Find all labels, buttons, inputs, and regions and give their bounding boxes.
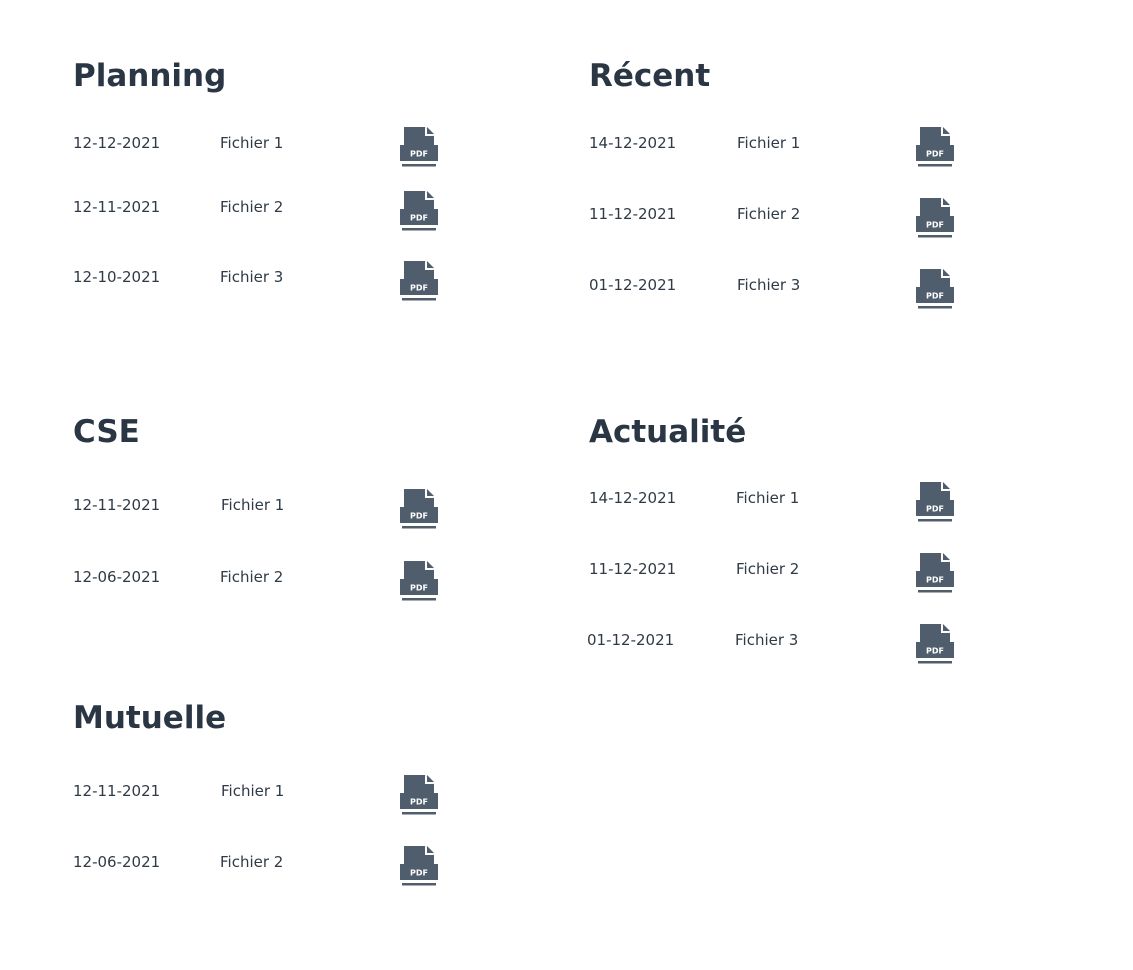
svg-text:PDF: PDF — [926, 505, 944, 514]
pdf-download-button[interactable]: PDF — [914, 551, 956, 595]
section-title-planning: Planning — [73, 58, 227, 94]
file-date: 01-12-2021 — [587, 631, 675, 649]
svg-text:PDF: PDF — [410, 214, 428, 223]
pdf-file-icon: PDF — [914, 267, 956, 311]
pdf-file-icon: PDF — [914, 196, 956, 240]
file-row: 12-11-2021 Fichier 1 PDF — [73, 773, 453, 817]
pdf-file-icon: PDF — [914, 125, 956, 169]
file-row: 12-10-2021 Fichier 3 PDF — [73, 259, 453, 303]
pdf-file-icon: PDF — [914, 551, 956, 595]
pdf-download-button[interactable]: PDF — [398, 844, 440, 888]
file-row: 01-12-2021 Fichier 3 PDF — [589, 267, 969, 311]
pdf-file-icon: PDF — [398, 559, 440, 603]
pdf-file-icon: PDF — [398, 487, 440, 531]
svg-text:PDF: PDF — [410, 150, 428, 159]
svg-text:PDF: PDF — [410, 512, 428, 521]
pdf-download-button[interactable]: PDF — [914, 480, 956, 524]
svg-text:PDF: PDF — [926, 221, 944, 230]
file-date: 11-12-2021 — [589, 560, 677, 578]
section-title-mutuelle: Mutuelle — [73, 700, 227, 736]
section-title-actualite: Actualité — [589, 414, 747, 450]
file-row: 12-12-2021 Fichier 1 PDF — [73, 125, 453, 169]
pdf-download-button[interactable]: PDF — [398, 189, 440, 233]
section-title-recent: Récent — [589, 58, 711, 94]
file-date: 12-12-2021 — [73, 134, 161, 152]
file-row: 12-11-2021 Fichier 1 PDF — [73, 487, 453, 531]
file-name: Fichier 3 — [735, 631, 799, 649]
pdf-file-icon: PDF — [398, 844, 440, 888]
file-row: 12-06-2021 Fichier 2 PDF — [73, 844, 453, 888]
svg-text:PDF: PDF — [926, 576, 944, 585]
file-date: 11-12-2021 — [589, 205, 677, 223]
file-date: 12-06-2021 — [73, 568, 161, 586]
file-name: Fichier 1 — [221, 782, 285, 800]
pdf-file-icon: PDF — [914, 480, 956, 524]
svg-text:PDF: PDF — [410, 869, 428, 878]
file-date: 14-12-2021 — [589, 134, 677, 152]
file-date: 12-06-2021 — [73, 853, 161, 871]
file-row: 01-12-2021 Fichier 3 PDF — [587, 622, 969, 666]
file-row: 11-12-2021 Fichier 2 PDF — [589, 551, 969, 595]
file-name: Fichier 1 — [736, 489, 800, 507]
file-date: 12-10-2021 — [73, 268, 161, 286]
file-name: Fichier 2 — [737, 205, 801, 223]
file-row: 14-12-2021 Fichier 1 PDF — [589, 125, 969, 169]
file-name: Fichier 1 — [221, 496, 285, 514]
file-name: Fichier 1 — [737, 134, 801, 152]
file-name: Fichier 2 — [220, 853, 284, 871]
file-name: Fichier 2 — [220, 568, 284, 586]
file-date: 01-12-2021 — [589, 276, 677, 294]
pdf-download-button[interactable]: PDF — [398, 773, 440, 817]
pdf-file-icon: PDF — [398, 259, 440, 303]
file-name: Fichier 3 — [737, 276, 801, 294]
svg-text:PDF: PDF — [926, 292, 944, 301]
pdf-download-button[interactable]: PDF — [914, 125, 956, 169]
pdf-file-icon: PDF — [398, 189, 440, 233]
pdf-download-button[interactable]: PDF — [914, 196, 956, 240]
pdf-download-button[interactable]: PDF — [398, 487, 440, 531]
pdf-download-button[interactable]: PDF — [398, 125, 440, 169]
svg-text:PDF: PDF — [410, 798, 428, 807]
file-name: Fichier 2 — [736, 560, 800, 578]
svg-text:PDF: PDF — [926, 150, 944, 159]
file-name: Fichier 1 — [220, 134, 284, 152]
file-row: 11-12-2021 Fichier 2 PDF — [589, 196, 969, 240]
file-name: Fichier 2 — [220, 198, 284, 216]
file-row: 12-11-2021 Fichier 2 PDF — [73, 189, 453, 233]
svg-text:PDF: PDF — [926, 647, 944, 656]
file-row: 12-06-2021 Fichier 2 PDF — [73, 559, 453, 603]
svg-text:PDF: PDF — [410, 284, 428, 293]
file-date: 12-11-2021 — [73, 782, 161, 800]
pdf-download-button[interactable]: PDF — [914, 622, 956, 666]
pdf-file-icon: PDF — [398, 125, 440, 169]
pdf-download-button[interactable]: PDF — [398, 259, 440, 303]
svg-text:PDF: PDF — [410, 584, 428, 593]
file-row: 14-12-2021 Fichier 1 PDF — [589, 480, 969, 524]
file-date: 12-11-2021 — [73, 198, 161, 216]
pdf-file-icon: PDF — [914, 622, 956, 666]
section-title-cse: CSE — [73, 414, 140, 450]
pdf-download-button[interactable]: PDF — [398, 559, 440, 603]
pdf-file-icon: PDF — [398, 773, 440, 817]
file-date: 14-12-2021 — [589, 489, 677, 507]
pdf-download-button[interactable]: PDF — [914, 267, 956, 311]
file-name: Fichier 3 — [220, 268, 284, 286]
file-date: 12-11-2021 — [73, 496, 161, 514]
